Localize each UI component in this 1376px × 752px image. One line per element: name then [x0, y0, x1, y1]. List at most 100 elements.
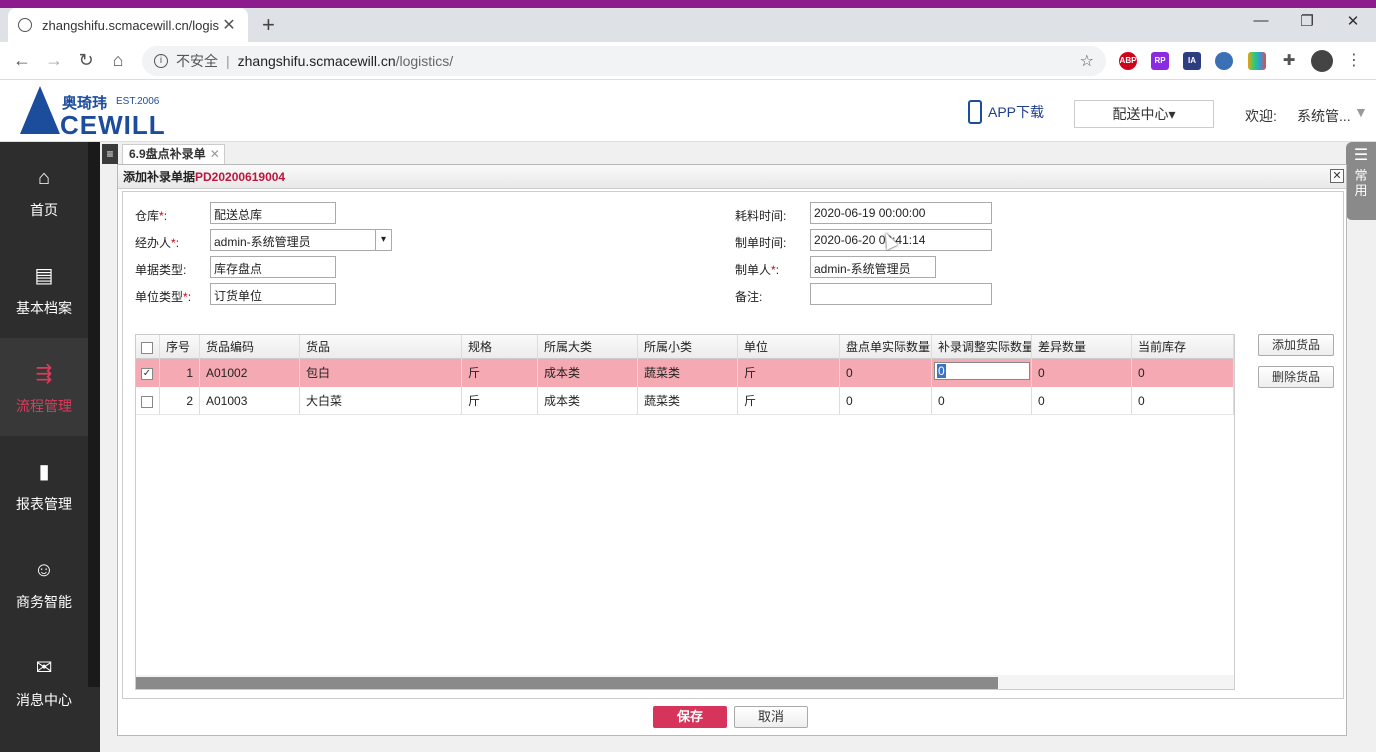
create-time-field[interactable]: 2020-06-20 09:41:14	[810, 229, 992, 251]
window-top-bar	[0, 0, 1376, 8]
doc-type-label: 单据类型:	[135, 263, 187, 277]
sidebar-item-bi[interactable]: ☺ 商务智能	[0, 534, 88, 632]
table-row[interactable]: ✓ 1 A01002 包白 斤 成本类 蔬菜类 斤 0 0 0 0	[136, 359, 1234, 387]
browser-tab-title: zhangshifu.scmacewill.cn/logis	[42, 17, 220, 33]
column-header[interactable]: 盘点单实际数量	[840, 335, 932, 359]
tab-inventory-supplement[interactable]: 6.9盘点补录单 ✕	[122, 144, 225, 164]
profile-avatar[interactable]	[1311, 50, 1333, 72]
sidebar-item-home[interactable]: ⌂ 首页	[0, 142, 88, 240]
remark-label: 备注:	[735, 290, 763, 304]
column-header[interactable]: 所属小类	[638, 335, 738, 359]
close-tab-icon[interactable]: ✕	[220, 15, 238, 35]
select-all-checkbox[interactable]	[141, 341, 153, 354]
warehouse-field[interactable]: 配送总库	[210, 202, 336, 224]
chevron-down-icon[interactable]: ▾	[375, 230, 391, 250]
address-row: ← → ↻ ⌂ i 不安全 | zhangshifu.scmacewill.cn…	[0, 42, 1376, 80]
close-icon[interactable]: ✕	[210, 147, 220, 161]
home-button[interactable]: ⌂	[106, 50, 130, 71]
table-cell: 大白菜	[300, 387, 462, 415]
column-header[interactable]: 序号	[160, 335, 200, 359]
grid-horizontal-scrollbar[interactable]	[136, 675, 1234, 689]
forward-button[interactable]: →	[42, 50, 66, 71]
row-checkbox[interactable]	[141, 395, 153, 408]
distribution-center-dropdown[interactable]: 配送中心▾	[1074, 100, 1214, 128]
creator-label: 制单人*:	[735, 263, 780, 277]
browser-tab[interactable]: zhangshifu.scmacewill.cn/logis ✕	[8, 8, 248, 42]
row-select-cell[interactable]	[136, 387, 160, 415]
table-cell: 斤	[738, 359, 840, 387]
handler-label: 经办人*:	[135, 236, 180, 250]
consume-time-field[interactable]: 2020-06-19 00:00:00	[810, 202, 992, 224]
color-extension-icon[interactable]	[1248, 52, 1266, 70]
info-icon[interactable]: i	[154, 54, 168, 68]
bar-chart-icon: ▮	[38, 461, 50, 483]
table-cell: 斤	[462, 387, 538, 415]
adjust-quantity-input[interactable]: 0	[934, 362, 1030, 380]
new-tab-button[interactable]: +	[262, 12, 275, 38]
column-header[interactable]: 当前库存	[1132, 335, 1234, 359]
window-close-button[interactable]: ✕	[1330, 12, 1376, 30]
url-separator: |	[226, 53, 230, 69]
column-header[interactable]: 所属大类	[538, 335, 638, 359]
column-header[interactable]: 规格	[462, 335, 538, 359]
select-all-cell[interactable]	[136, 335, 160, 359]
scrollbar-thumb[interactable]	[136, 677, 998, 689]
table-row[interactable]: 2 A01003 大白菜 斤 成本类 蔬菜类 斤 0 0 0 0	[136, 387, 1234, 415]
dialog-close-button[interactable]: ✕	[1330, 169, 1344, 183]
app-download-link[interactable]: APP下载	[968, 100, 1044, 124]
row-select-cell[interactable]: ✓	[136, 359, 160, 387]
table-cell: A01003	[200, 387, 300, 415]
handler-select[interactable]: admin-系统管理员 ▾	[210, 229, 392, 251]
form-panel: 仓库*: 配送总库 经办人*: admin-系统管理员 ▾ 单据类型: 库存盘点…	[122, 191, 1344, 699]
reload-button[interactable]: ↻	[74, 50, 98, 71]
sidebar-item-reports[interactable]: ▮ 报表管理	[0, 436, 88, 534]
doc-type-field[interactable]: 库存盘点	[210, 256, 336, 278]
table-cell: 0	[1032, 359, 1132, 387]
delete-goods-button[interactable]: 删除货品	[1258, 366, 1334, 388]
remark-field[interactable]	[810, 283, 992, 305]
globe-icon	[18, 18, 32, 32]
row-checkbox[interactable]: ✓	[141, 367, 153, 380]
table-cell: 斤	[462, 359, 538, 387]
table-cell: A01002	[200, 359, 300, 387]
editing-cell[interactable]: 0	[932, 359, 1032, 387]
sidebar-item-label: 流程管理	[16, 398, 72, 414]
sidebar-item-label: 消息中心	[16, 692, 72, 708]
rp-extension-icon[interactable]: RP	[1151, 52, 1169, 70]
column-header[interactable]: 差异数量	[1032, 335, 1132, 359]
sidebar-item-messages[interactable]: ✉ 消息中心	[0, 632, 88, 730]
column-header[interactable]: 货品编码	[200, 335, 300, 359]
user-name[interactable]: 系统管...	[1297, 106, 1351, 126]
list-icon: ☰	[1353, 147, 1369, 164]
column-header[interactable]: 补录调整实际数量	[932, 335, 1032, 359]
table-cell: 蔬菜类	[638, 359, 738, 387]
app-download-label: APP下载	[988, 104, 1045, 120]
menu-toggle-icon[interactable]: ≡	[102, 144, 118, 164]
minimize-button[interactable]: —	[1238, 12, 1284, 29]
sidebar-item-label: 基本档案	[16, 300, 72, 316]
save-button[interactable]: 保存	[653, 706, 727, 728]
browser-menu-icon[interactable]: ⋮	[1342, 50, 1366, 70]
restore-button[interactable]: ❐	[1284, 12, 1330, 30]
column-header[interactable]: 单位	[738, 335, 840, 359]
puzzle-extensions-icon[interactable]: ✚	[1280, 52, 1298, 70]
column-header[interactable]: 货品	[300, 335, 462, 359]
sidebar-item-process[interactable]: ⇶ 流程管理	[0, 338, 88, 436]
back-button[interactable]: ←	[10, 50, 34, 71]
cancel-button[interactable]: 取消	[734, 706, 808, 728]
insecure-label: 不安全	[176, 53, 218, 69]
adblock-icon[interactable]: ABP	[1119, 52, 1137, 70]
favorites-panel-toggle[interactable]: ☰ 常用	[1346, 142, 1376, 220]
unit-type-field[interactable]: 订货单位	[210, 283, 336, 305]
table-cell: 0	[840, 359, 932, 387]
add-goods-button[interactable]: 添加货品	[1258, 334, 1334, 356]
bookmark-star-icon[interactable]: ☆	[1080, 51, 1094, 71]
sidebar-item-basic-files[interactable]: ▤ 基本档案	[0, 240, 88, 338]
user-dropdown-icon[interactable]: ▼	[1354, 104, 1368, 120]
sidebar-scrollbar[interactable]	[88, 142, 100, 687]
extension-icon[interactable]	[1215, 52, 1233, 70]
logo-english: CEWILL	[60, 110, 166, 140]
ia-extension-icon[interactable]: IA	[1183, 52, 1201, 70]
address-bar[interactable]: i 不安全 | zhangshifu.scmacewill.cn /logist…	[142, 46, 1106, 76]
creator-field[interactable]: admin-系统管理员	[810, 256, 936, 278]
